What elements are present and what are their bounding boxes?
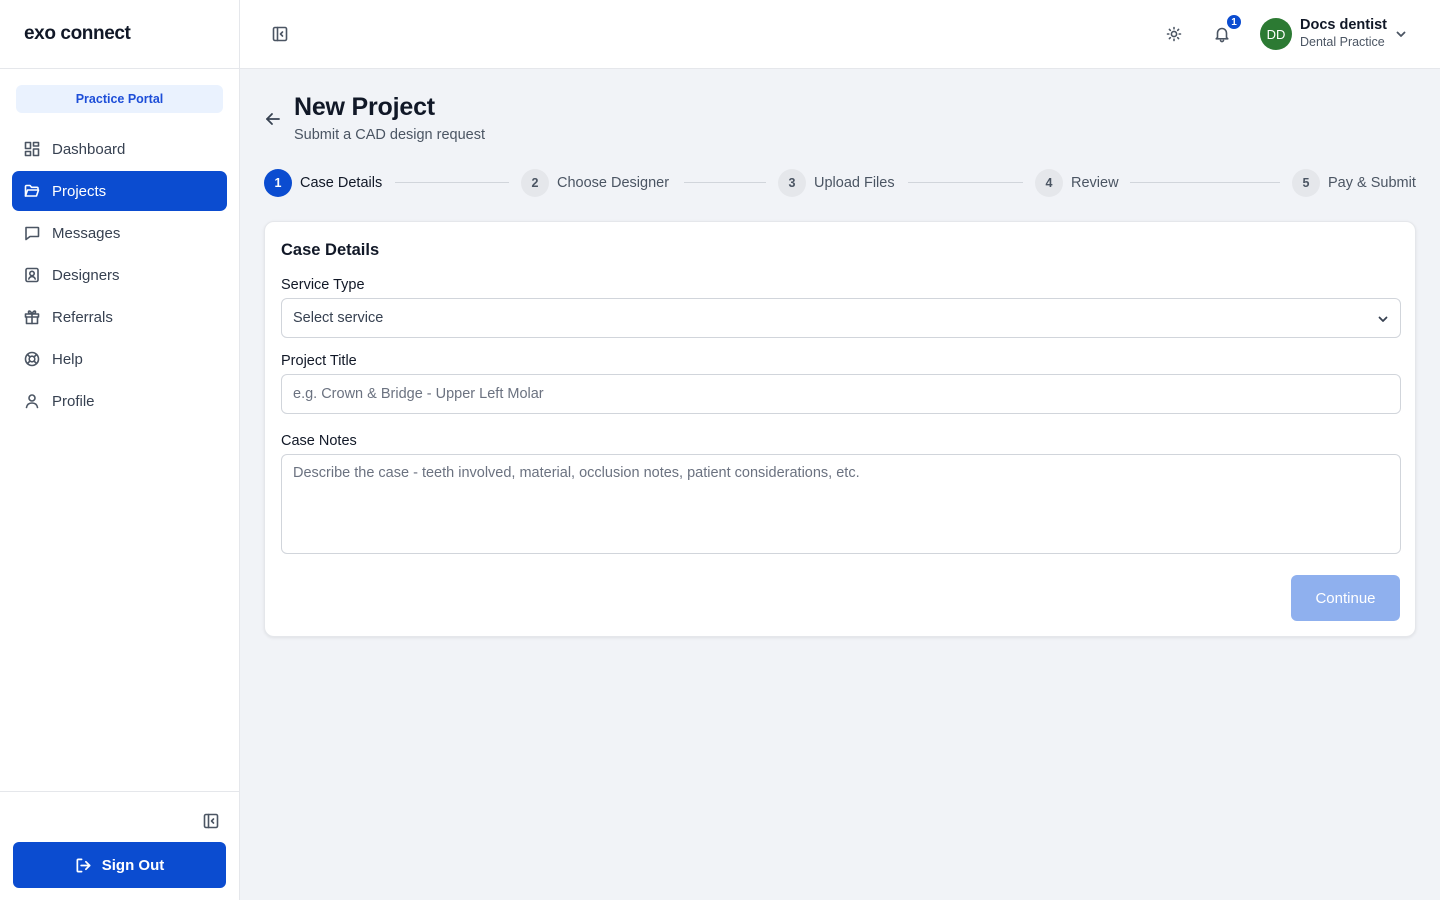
- sidebar: exo connect Practice Portal Dashboard Pr…: [0, 0, 240, 900]
- sidebar-nav: Dashboard Projects Messages Designers Re…: [12, 129, 227, 423]
- sidebar-item-label: Help: [52, 350, 83, 368]
- sidebar-item-messages[interactable]: Messages: [12, 213, 227, 253]
- app-logo[interactable]: exo connect: [24, 23, 131, 45]
- user-icon: [24, 393, 40, 409]
- case-details-card: Case Details Service Type Select service…: [264, 221, 1416, 637]
- stepper: 1 Case Details 2 Choose Designer 3 Uploa…: [264, 169, 1416, 197]
- step-connector: [1130, 182, 1280, 183]
- card-title: Case Details: [281, 241, 380, 259]
- step-case-details[interactable]: 1 Case Details: [264, 169, 382, 197]
- logout-icon: [76, 858, 91, 872]
- sign-out-label: Sign Out: [101, 856, 165, 874]
- page-title: New Project: [294, 93, 435, 121]
- folder-icon: [24, 183, 40, 199]
- sidebar-item-label: Messages: [52, 224, 121, 242]
- sun-icon[interactable]: [1166, 26, 1182, 42]
- step-pay-submit[interactable]: 5 Pay & Submit: [1292, 169, 1416, 197]
- sidebar-item-label: Projects: [52, 182, 107, 200]
- case-notes-textarea[interactable]: [281, 454, 1401, 554]
- sidebar-item-label: Dashboard: [52, 140, 126, 158]
- step-label: Upload Files: [814, 175, 895, 191]
- sidebar-item-label: Designers: [52, 266, 120, 284]
- continue-button[interactable]: Continue: [1291, 575, 1400, 621]
- logo-row: exo connect: [0, 0, 239, 69]
- service-type-select[interactable]: Select service: [281, 298, 1401, 338]
- step-upload-files[interactable]: 3 Upload Files: [778, 169, 895, 197]
- case-notes-label: Case Notes: [281, 433, 357, 449]
- sidebar-item-label: Referrals: [52, 308, 113, 326]
- sidebar-toggle-icon[interactable]: [272, 26, 288, 42]
- sidebar-item-designers[interactable]: Designers: [12, 255, 227, 295]
- chevron-down-icon[interactable]: [1394, 27, 1408, 41]
- help-icon: [24, 351, 40, 367]
- sidebar-collapse-icon[interactable]: [203, 813, 219, 829]
- sidebar-item-profile[interactable]: Profile: [12, 381, 227, 421]
- sidebar-item-projects[interactable]: Projects: [12, 171, 227, 211]
- step-label: Pay & Submit: [1328, 175, 1416, 191]
- sidebar-footer: Sign Out: [0, 791, 239, 900]
- back-arrow-icon[interactable]: [264, 111, 282, 127]
- project-title-label: Project Title: [281, 353, 357, 369]
- avatar[interactable]: DD: [1260, 18, 1292, 50]
- gift-icon: [24, 309, 40, 325]
- step-label: Choose Designer: [557, 175, 670, 191]
- sidebar-item-referrals[interactable]: Referrals: [12, 297, 227, 337]
- step-number: 2: [521, 169, 549, 197]
- sidebar-item-help[interactable]: Help: [12, 339, 227, 379]
- step-number: 1: [264, 169, 292, 197]
- user-role: Dental Practice: [1300, 35, 1385, 49]
- message-icon: [24, 225, 40, 241]
- portal-badge: Practice Portal: [16, 85, 223, 113]
- top-bar: 1 DD Docs dentist Dental Practice: [240, 0, 1440, 69]
- sidebar-item-label: Profile: [52, 392, 95, 410]
- sign-out-button[interactable]: Sign Out: [13, 842, 226, 888]
- step-review[interactable]: 4 Review: [1035, 169, 1119, 197]
- step-number: 4: [1035, 169, 1063, 197]
- step-connector: [684, 182, 766, 183]
- step-connector: [395, 182, 509, 183]
- notification-badge: 1: [1226, 14, 1242, 30]
- step-label: Review: [1071, 175, 1119, 191]
- dashboard-icon: [24, 141, 40, 157]
- service-type-label: Service Type: [281, 277, 365, 293]
- chevron-down-icon: [1376, 312, 1390, 326]
- sidebar-item-dashboard[interactable]: Dashboard: [12, 129, 227, 169]
- project-title-input[interactable]: [281, 374, 1401, 414]
- step-number: 3: [778, 169, 806, 197]
- user-name[interactable]: Docs dentist: [1300, 17, 1387, 33]
- step-choose-designer[interactable]: 2 Choose Designer: [521, 169, 669, 197]
- step-number: 5: [1292, 169, 1320, 197]
- step-connector: [908, 182, 1023, 183]
- service-type-value: Select service: [293, 310, 384, 326]
- page-subtitle: Submit a CAD design request: [294, 127, 486, 143]
- designer-icon: [24, 267, 40, 283]
- step-label: Case Details: [300, 175, 383, 191]
